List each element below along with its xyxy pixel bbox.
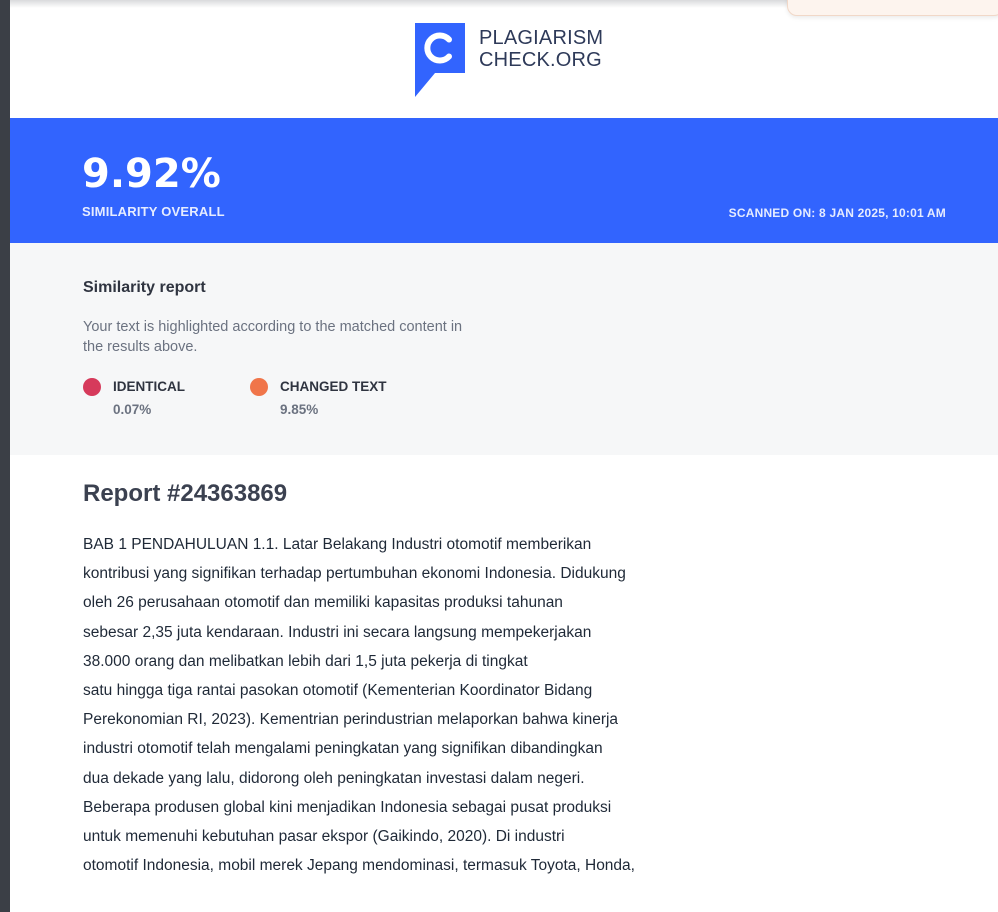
- viewer-left-edge: [0, 0, 10, 912]
- report-text-line: untuk memenuhi kebutuhan pasar ekspor (G…: [83, 828, 565, 846]
- report-text-line: dua dekade yang lalu, didorong oleh peni…: [83, 769, 585, 787]
- similarity-overall-value: 9.92%: [82, 151, 221, 197]
- logo-line-2: CHECK.ORG: [479, 49, 602, 71]
- similarity-report-description: Your text is highlighted according to th…: [83, 319, 463, 355]
- report-text-line: satu hingga tiga rantai pasokan otomotif…: [83, 682, 593, 700]
- changed-text-dot-icon: [250, 378, 268, 396]
- report-text-line: 38.000 orang dan melibatkan lebih dari 1…: [83, 652, 528, 670]
- report-page: PLAGIARISM CHECK.ORG 9.92% SIMILARITY OV…: [10, 0, 998, 912]
- logo-line-1: PLAGIARISM: [479, 27, 604, 49]
- similarity-report-title: Similarity report: [83, 279, 206, 296]
- similarity-overall-label: SIMILARITY OVERALL: [82, 204, 225, 219]
- report-text-line: BAB 1 PENDAHULUAN 1.1. Latar Belakang In…: [83, 536, 592, 553]
- report-text-line: sebesar 2,35 juta kendaraan. Industri in…: [83, 623, 592, 641]
- report-text-line: industri otomotif telah mengalami pening…: [83, 740, 603, 758]
- corner-tab: [787, 0, 998, 16]
- report-text-line: Beberapa produsen global kini menjadikan…: [83, 798, 612, 816]
- report-title: Report #24363869: [83, 480, 288, 507]
- similarity-banner: 9.92% SIMILARITY OVERALL SCANNED ON: 8 J…: [10, 118, 998, 243]
- legend-identical-label: IDENTICAL: [113, 379, 185, 394]
- report-text-line: oleh 26 perusahaan otomotif dan memiliki…: [83, 594, 563, 612]
- legend-changed-text-percent: 9.85%: [280, 402, 319, 417]
- identical-dot-icon: [83, 378, 101, 396]
- report-text-line: Perekonomian RI, 2023). Kementrian perin…: [83, 711, 619, 729]
- report-text: BAB 1 PENDAHULUAN 1.1. Latar Belakang In…: [83, 530, 743, 880]
- legend-identical-percent: 0.07%: [113, 402, 152, 417]
- similarity-report-panel: Similarity report Your text is highlight…: [10, 243, 998, 455]
- scanned-on-timestamp: SCANNED ON: 8 JAN 2025, 10:01 AM: [728, 206, 946, 220]
- report-text-line: kontribusi yang signifikan terhadap pert…: [83, 565, 626, 583]
- logo-wordmark: PLAGIARISM CHECK.ORG: [479, 27, 603, 71]
- plagiarismcheck-logo-icon: [415, 23, 465, 97]
- report-text-line: otomotif Indonesia, mobil merek Jepang m…: [83, 857, 635, 875]
- logo: PLAGIARISM CHECK.ORG: [415, 23, 603, 97]
- legend-changed-text-label: CHANGED TEXT: [280, 379, 387, 394]
